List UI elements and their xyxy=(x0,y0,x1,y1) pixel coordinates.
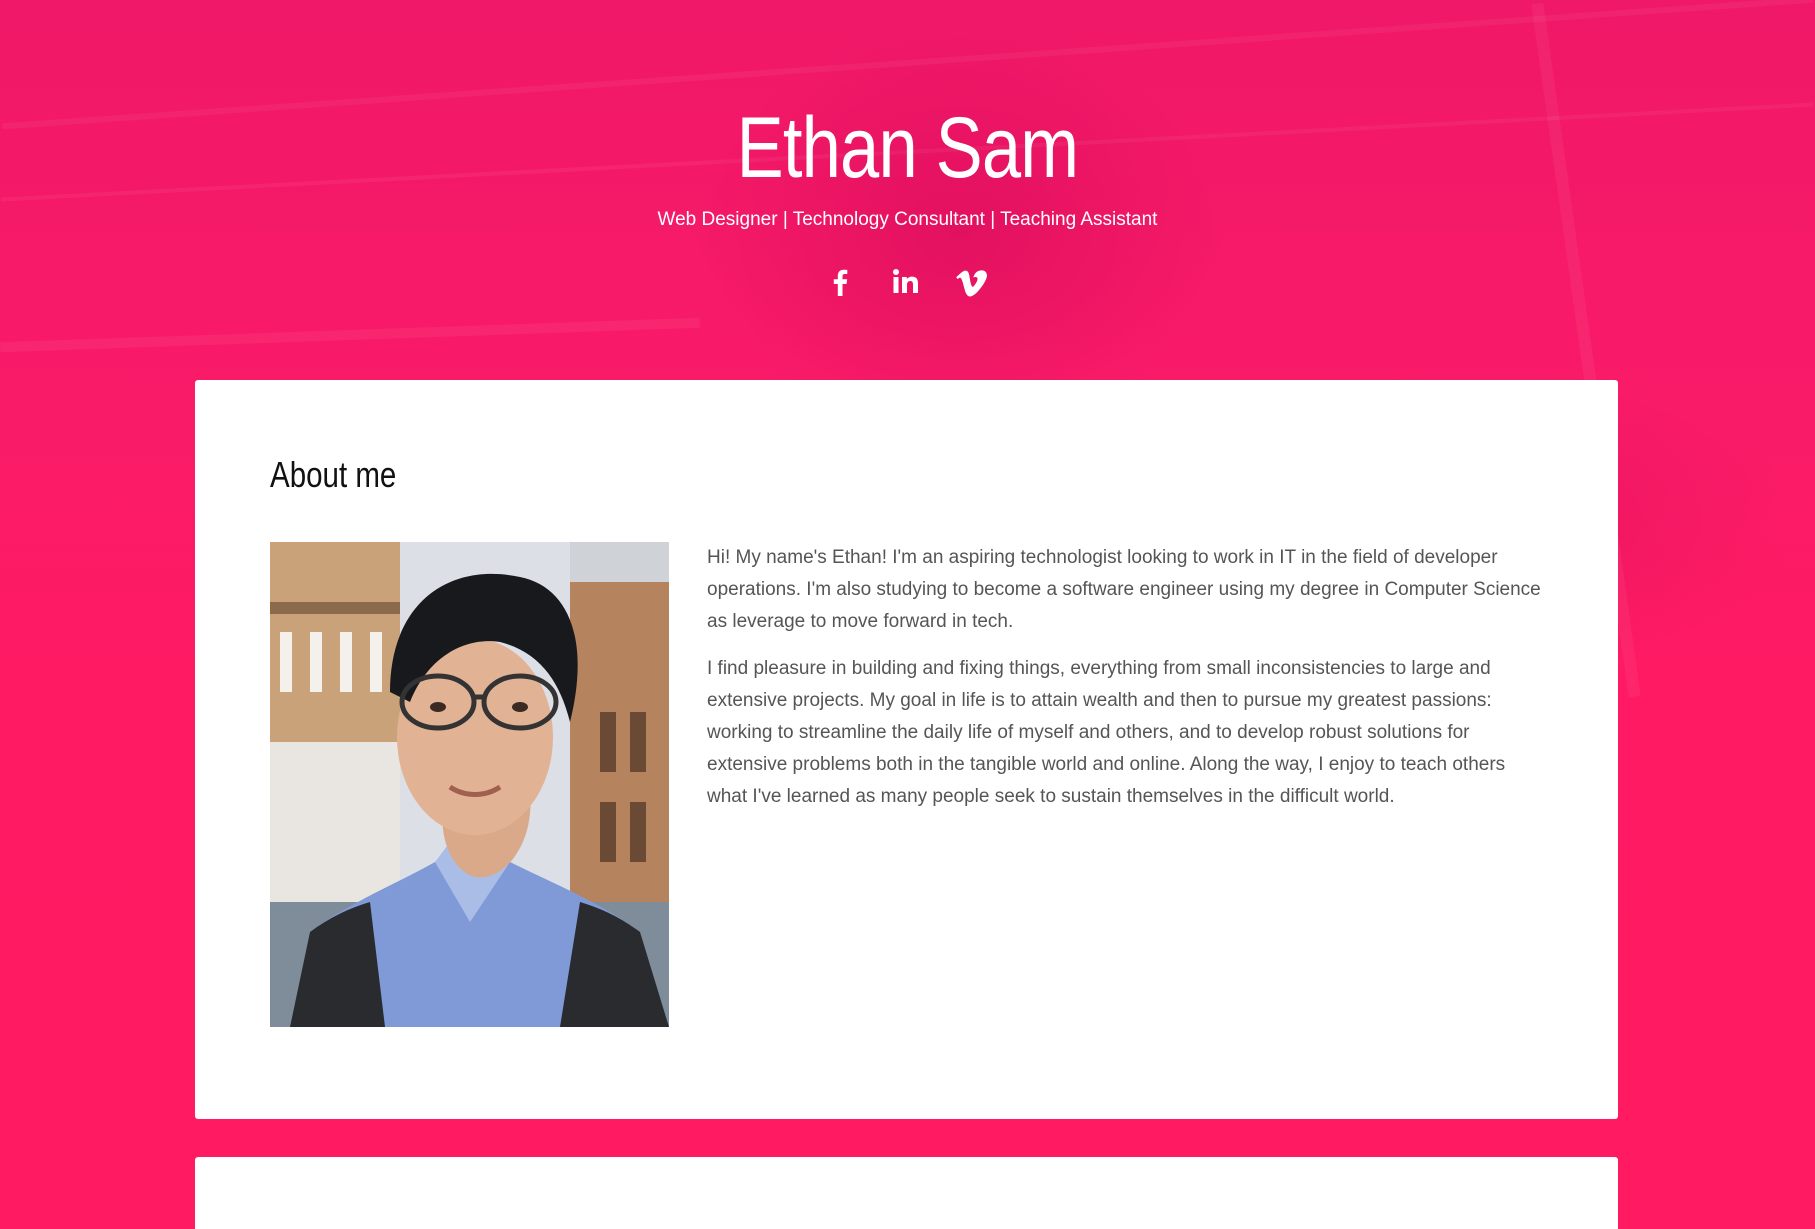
site-subtitle: Web Designer | Technology Consultant | T… xyxy=(657,209,1158,230)
site-title: Ethan Sam xyxy=(736,100,1079,196)
profile-photo xyxy=(270,542,669,1027)
profile-photo-image xyxy=(270,542,669,1027)
about-text: Hi! My name's Ethan! I'm an aspiring tec… xyxy=(707,542,1547,828)
about-paragraph: Hi! My name's Ethan! I'm an aspiring tec… xyxy=(707,547,1541,632)
vimeo-link[interactable] xyxy=(953,262,993,302)
about-heading: About me xyxy=(270,454,397,495)
hero-header: Ethan Sam Web Designer | Technology Cons… xyxy=(0,0,1815,380)
about-paragraph: I find pleasure in building and fixing t… xyxy=(707,658,1506,807)
facebook-link[interactable] xyxy=(820,262,860,302)
facebook-icon xyxy=(833,269,848,296)
vimeo-icon xyxy=(956,270,987,297)
linkedin-icon xyxy=(893,269,918,293)
linkedin-link[interactable] xyxy=(886,262,926,302)
social-links xyxy=(0,262,1815,302)
next-section-card xyxy=(195,1157,1618,1229)
about-card: About me Hi! My name's Ethan! I'm an asp… xyxy=(195,380,1618,1119)
